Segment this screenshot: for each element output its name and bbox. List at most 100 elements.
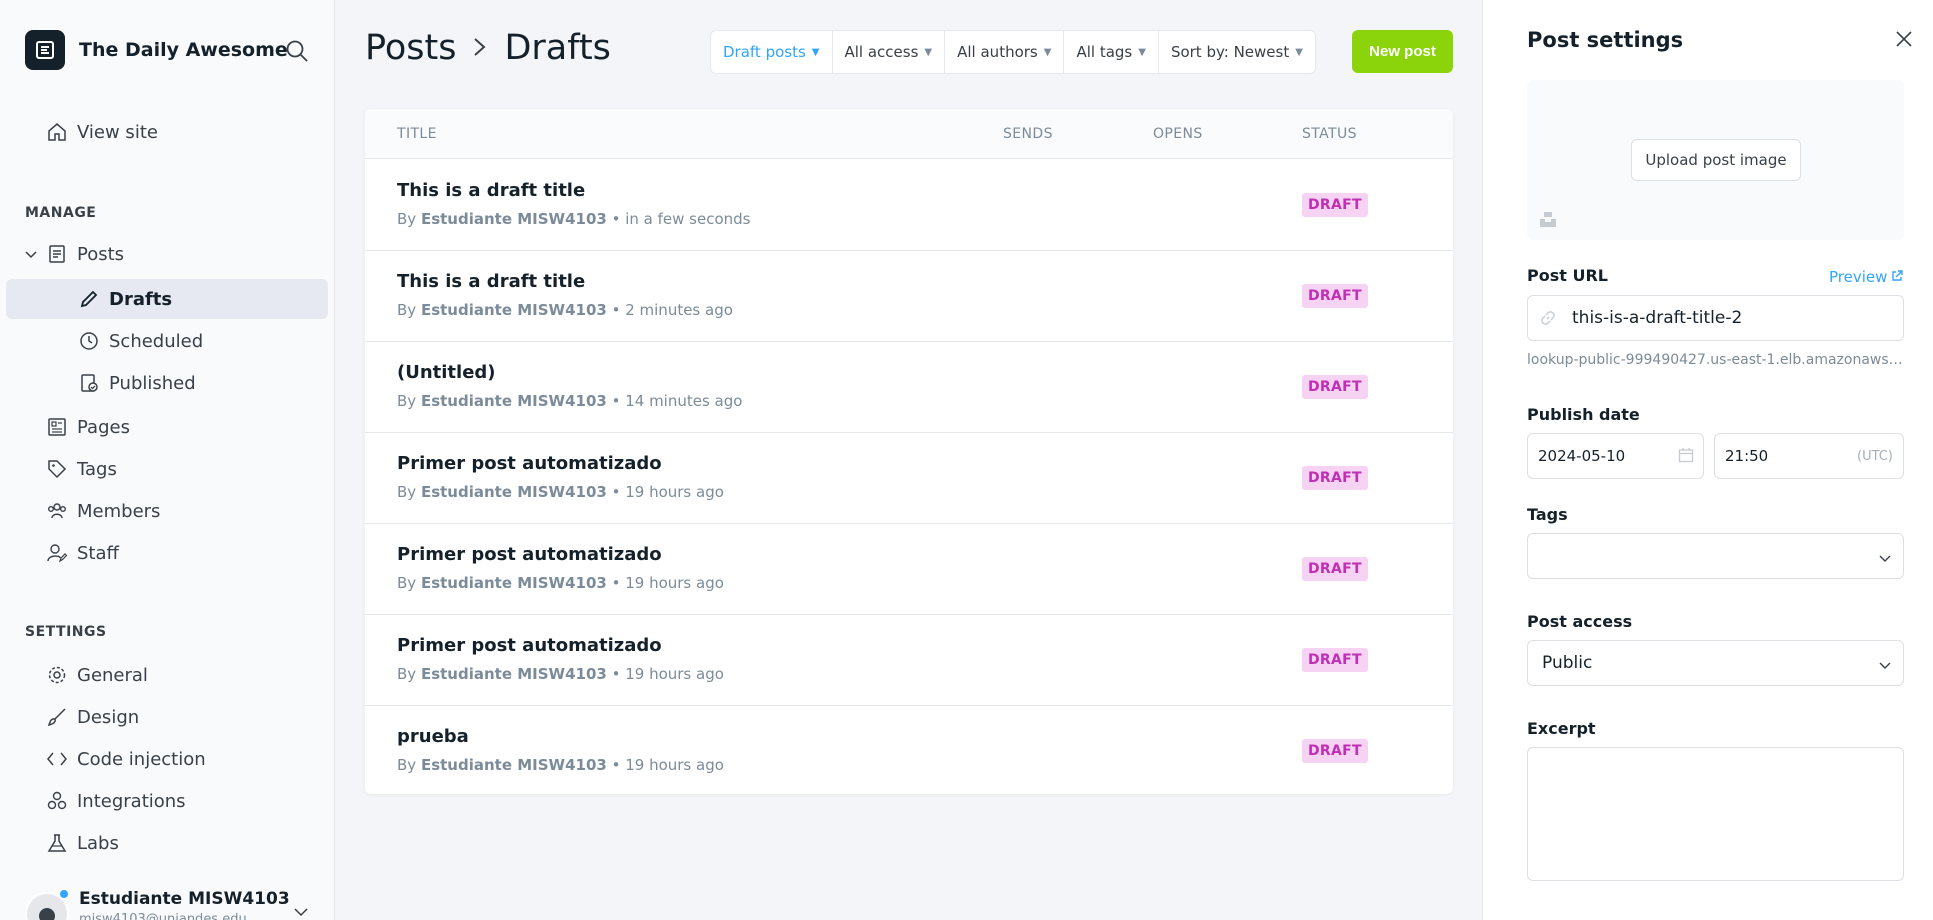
brush-icon <box>46 706 68 728</box>
unsplash-icon[interactable] <box>1539 210 1557 233</box>
table-row[interactable]: prueba By Estudiante MISW4103 • 19 hours … <box>365 706 1453 797</box>
filter-sort[interactable]: Sort by: Newest ▼ <box>1159 31 1315 73</box>
preview-label: Preview <box>1829 268 1888 286</box>
post-access-value: Public <box>1542 653 1593 673</box>
sidebar-item-label: Drafts <box>109 288 173 310</box>
post-author[interactable]: Estudiante MISW4103 <box>421 665 607 683</box>
filter-label: All authors <box>957 43 1038 61</box>
sidebar-item-design[interactable]: Design <box>6 697 328 737</box>
chevron-down-icon: ▼ <box>1295 46 1303 58</box>
post-author[interactable]: Estudiante MISW4103 <box>421 574 607 592</box>
chevron-down-icon: ▼ <box>1043 46 1052 58</box>
sidebar-item-code-injection[interactable]: Code injection <box>6 739 328 779</box>
user-menu[interactable]: Estudiante MISW4103 misw4103@uniandes.ed… <box>25 884 325 920</box>
integrations-icon <box>46 790 68 812</box>
chevron-down-icon[interactable] <box>24 245 46 267</box>
breadcrumb-posts[interactable]: Posts <box>365 28 456 68</box>
table-row[interactable]: This is a draft title By Estudiante MISW4… <box>365 160 1453 251</box>
filter-authors[interactable]: All authors ▼ <box>945 31 1065 73</box>
chevron-down-icon[interactable] <box>293 904 309 920</box>
code-icon <box>46 748 68 770</box>
sidebar-item-drafts[interactable]: Drafts <box>6 279 328 319</box>
filter-access[interactable]: All access ▼ <box>833 31 946 73</box>
pencil-icon <box>78 288 100 310</box>
panel-title: Post settings <box>1527 28 1684 52</box>
post-author[interactable]: Estudiante MISW4103 <box>421 392 607 410</box>
publish-time-input[interactable]: 21:50 (UTC) <box>1714 433 1904 479</box>
filter-label: All tags <box>1076 43 1133 61</box>
excerpt-textarea[interactable] <box>1527 747 1904 881</box>
chevron-down-icon: ▼ <box>1138 46 1146 58</box>
brand[interactable]: The Daily Awesome <box>25 30 288 70</box>
tags-select[interactable] <box>1527 533 1904 579</box>
publish-date-input[interactable]: 2024-05-10 <box>1527 433 1704 479</box>
notification-dot <box>58 888 70 900</box>
status-badge: DRAFT <box>1302 466 1368 490</box>
status-badge: DRAFT <box>1302 193 1368 217</box>
by-label: By <box>397 301 417 319</box>
filter-bar: Draft posts ▼ All access ▼ All authors ▼ Al… <box>710 30 1316 74</box>
status-badge: DRAFT <box>1302 739 1368 763</box>
search-icon[interactable] <box>284 38 310 64</box>
post-url-field[interactable]: this-is-a-draft-title-2 <box>1527 295 1904 341</box>
post-image-dropzone[interactable]: Upload post image <box>1527 80 1904 240</box>
sidebar-item-published[interactable]: Published <box>6 363 328 403</box>
sidebar-item-label: Members <box>77 500 161 522</box>
post-time: 2 minutes ago <box>625 301 733 319</box>
post-author[interactable]: Estudiante MISW4103 <box>421 210 607 228</box>
table-row[interactable]: (Untitled) By Estudiante MISW4103 • 14 mi… <box>365 342 1453 433</box>
brand-logo-icon <box>25 30 65 70</box>
external-link-icon <box>1891 268 1904 286</box>
user-name: Estudiante MISW4103 <box>79 889 290 909</box>
gear-icon <box>46 664 68 686</box>
filter-type[interactable]: Draft posts ▼ <box>711 31 833 73</box>
sidebar-item-members[interactable]: Members <box>6 491 328 531</box>
table-row[interactable]: This is a draft title By Estudiante MISW4… <box>365 251 1453 342</box>
sidebar-item-scheduled[interactable]: Scheduled <box>6 321 328 361</box>
close-icon[interactable] <box>1893 28 1915 50</box>
post-title: prueba <box>397 726 469 747</box>
user-email: misw4103@uniandes.edu <box>79 912 247 920</box>
posts-table: TITLE SENDS OPENS STATUS This is a draft… <box>365 109 1453 794</box>
post-author[interactable]: Estudiante MISW4103 <box>421 756 607 774</box>
table-row[interactable]: Primer post automatizado By Estudiante MI… <box>365 615 1453 706</box>
sidebar-item-labs[interactable]: Labs <box>6 823 328 863</box>
table-row[interactable]: Primer post automatizado By Estudiante MI… <box>365 524 1453 615</box>
sidebar-item-view-site[interactable]: View site <box>6 112 328 152</box>
excerpt-label: Excerpt <box>1527 719 1596 738</box>
sidebar-item-label: Staff <box>77 542 119 564</box>
table-row[interactable]: Primer post automatizado By Estudiante MI… <box>365 433 1453 524</box>
tags-label: Tags <box>1527 505 1568 524</box>
post-time: 19 hours ago <box>625 756 724 774</box>
posts-icon <box>46 243 68 265</box>
sidebar-item-staff[interactable]: Staff <box>6 533 328 573</box>
sidebar-item-label: Design <box>77 706 140 728</box>
published-icon <box>78 372 100 394</box>
filter-label: All access <box>844 43 919 61</box>
sidebar-item-pages[interactable]: Pages <box>6 407 328 447</box>
publish-date-label: Publish date <box>1527 405 1640 424</box>
sidebar-item-tags[interactable]: Tags <box>6 449 328 489</box>
post-author[interactable]: Estudiante MISW4103 <box>421 483 607 501</box>
staff-icon <box>46 542 68 564</box>
new-post-button[interactable]: New post <box>1352 30 1453 73</box>
page-title: Posts Drafts <box>365 28 611 68</box>
post-author[interactable]: Estudiante MISW4103 <box>421 301 607 319</box>
post-title: (Untitled) <box>397 362 496 383</box>
sidebar-item-general[interactable]: General <box>6 655 328 695</box>
table-header: TITLE SENDS OPENS STATUS <box>365 109 1453 159</box>
calendar-icon[interactable] <box>1678 447 1694 467</box>
post-meta: By Estudiante MISW4103 • 2 minutes ago <box>397 301 733 319</box>
sidebar-item-label: Code injection <box>77 748 206 770</box>
sidebar-item-label: Published <box>109 372 196 394</box>
section-manage: MANAGE <box>25 205 97 221</box>
column-status: STATUS <box>1302 126 1357 142</box>
sidebar-item-posts[interactable]: Posts <box>6 234 328 274</box>
post-access-select[interactable]: Public <box>1527 640 1904 686</box>
preview-link[interactable]: Preview <box>1829 268 1904 286</box>
filter-tags[interactable]: All tags ▼ <box>1064 31 1159 73</box>
sidebar-item-integrations[interactable]: Integrations <box>6 781 328 821</box>
upload-image-button[interactable]: Upload post image <box>1631 139 1801 181</box>
filter-label: Sort by: Newest <box>1170 43 1290 61</box>
post-settings-panel: Post settings Upload post image Post URL… <box>1482 0 1933 920</box>
